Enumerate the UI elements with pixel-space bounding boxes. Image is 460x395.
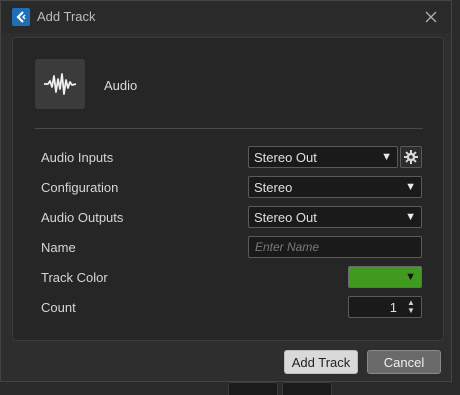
track-color-label: Track Color: [41, 270, 108, 285]
cancel-button[interactable]: Cancel: [367, 350, 441, 374]
configuration-value: Stereo: [254, 179, 293, 195]
caret-down-icon: ▼: [405, 211, 416, 223]
configuration-label: Configuration: [41, 180, 119, 195]
audio-outputs-value: Stereo Out: [254, 209, 317, 225]
audio-outputs-select[interactable]: Stereo Out ▼: [248, 206, 422, 228]
configuration-select[interactable]: Stereo ▼: [248, 176, 422, 198]
caret-down-icon: ▼: [381, 151, 392, 163]
audio-outputs-label: Audio Outputs: [41, 210, 124, 225]
count-stepper[interactable]: 1 ▲ ▼: [348, 296, 422, 318]
add-track-button[interactable]: Add Track: [284, 350, 358, 374]
title-bar: Add Track: [1, 1, 451, 33]
stepper-arrows-icon[interactable]: ▲ ▼: [404, 298, 418, 316]
audio-inputs-value: Stereo Out: [254, 149, 317, 165]
track-color-select[interactable]: ▼: [348, 266, 422, 288]
audio-inputs-label: Audio Inputs: [41, 150, 114, 165]
waveform-icon: [35, 59, 85, 109]
add-track-dialog: Add Track Audio Audio Inputs Stereo Out …: [0, 0, 452, 382]
count-value: 1: [389, 300, 397, 315]
track-settings-panel: Audio Audio Inputs Stereo Out ▼ Configur…: [12, 37, 444, 341]
track-type-label: Audio: [104, 78, 138, 93]
dialog-title: Add Track: [37, 9, 96, 24]
routing-settings-button[interactable]: [400, 146, 422, 168]
cubase-logo-icon: [12, 8, 30, 26]
track-name-input[interactable]: [248, 236, 422, 258]
count-label: Count: [41, 300, 76, 315]
close-icon[interactable]: [421, 7, 441, 27]
caret-down-icon: ▼: [405, 271, 416, 283]
divider: [35, 128, 423, 129]
background-button: [282, 382, 332, 395]
name-label: Name: [41, 240, 76, 255]
gear-icon: [404, 150, 418, 164]
background-button: [228, 382, 278, 395]
caret-down-icon: ▼: [405, 181, 416, 193]
audio-inputs-select[interactable]: Stereo Out ▼: [248, 146, 398, 168]
